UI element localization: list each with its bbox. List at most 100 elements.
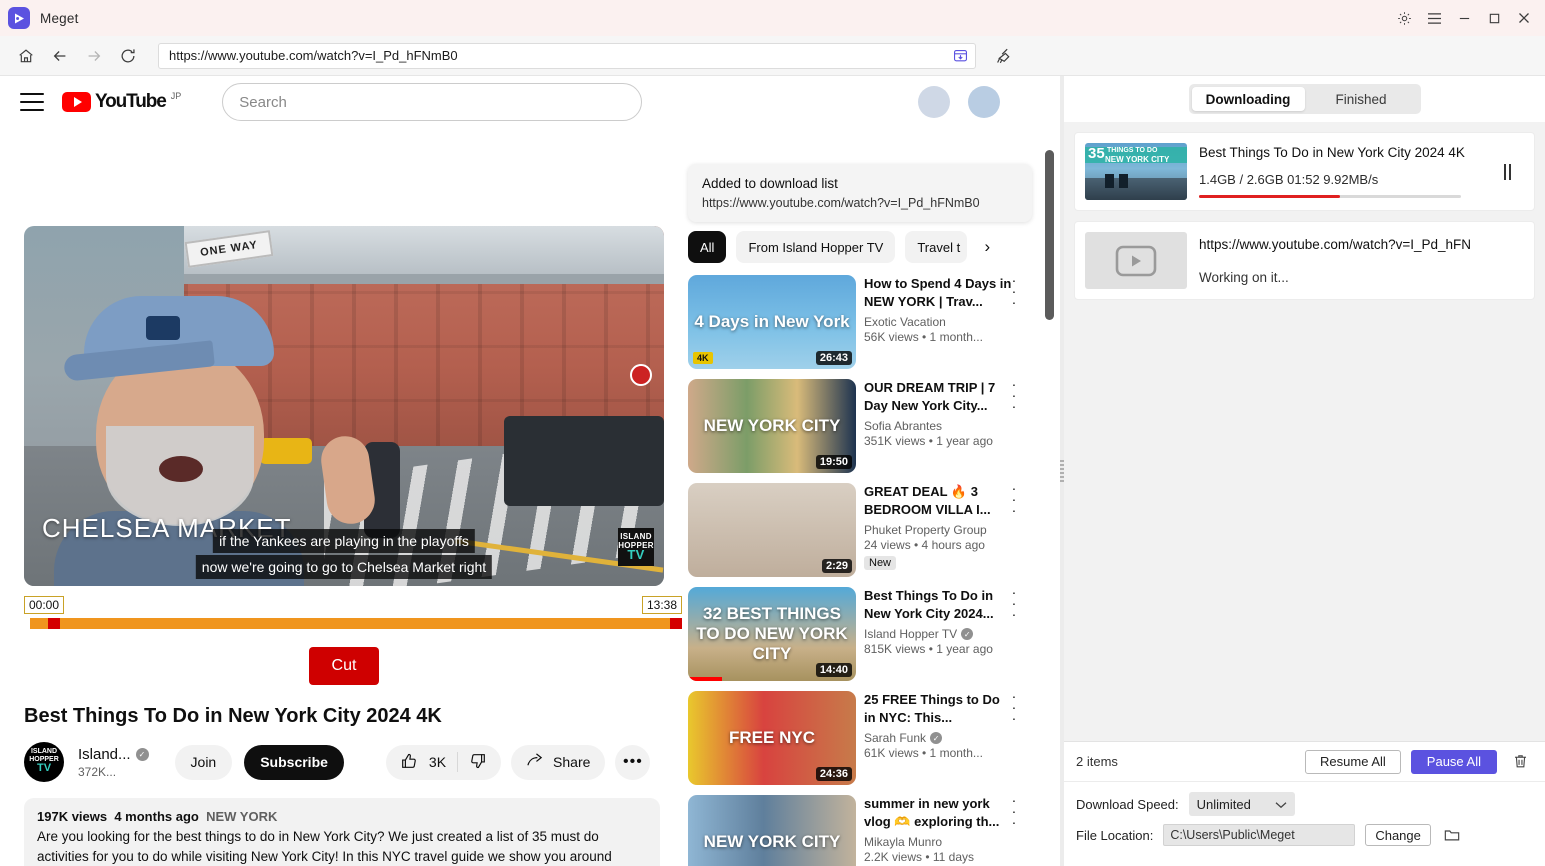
url-input[interactable] bbox=[169, 48, 949, 63]
channel-avatar[interactable]: ISLAND HOPPER TV bbox=[24, 742, 64, 782]
recommended-video-channel[interactable]: Phuket Property Group bbox=[864, 523, 1012, 537]
video-thumbnail[interactable]: NEW YORK CITY10:42 bbox=[688, 795, 856, 866]
more-actions-button[interactable]: ••• bbox=[615, 744, 651, 780]
filter-chip[interactable]: From Island Hopper TV bbox=[736, 231, 896, 263]
recommended-video-stats: 61K views • 1 month... bbox=[864, 746, 983, 760]
youtube-search-input[interactable]: Search bbox=[222, 83, 643, 121]
youtube-header: YouTube JP Search bbox=[0, 76, 1060, 128]
trash-icon[interactable] bbox=[1507, 753, 1533, 770]
reload-icon[interactable] bbox=[112, 41, 144, 71]
filter-chip[interactable]: Travel t bbox=[905, 231, 968, 263]
menu-icon[interactable] bbox=[1419, 4, 1449, 32]
page-scrollbar[interactable] bbox=[1045, 150, 1054, 320]
recommended-video-title: Best Things To Do in New York City 2024.… bbox=[864, 588, 994, 621]
share-button[interactable]: Share bbox=[511, 744, 606, 780]
recommended-video-title: summer in new york vlog 🫶 exploring th..… bbox=[864, 796, 1000, 829]
broom-icon[interactable] bbox=[986, 41, 1022, 71]
trim-control[interactable]: 00:00 13:38 bbox=[24, 595, 682, 633]
file-location-field[interactable]: C:\Users\Public\Meget bbox=[1163, 824, 1356, 846]
thumbnail-overlay-text: NEW YORK CITY bbox=[703, 832, 841, 851]
trim-end-time[interactable]: 13:38 bbox=[641, 595, 682, 614]
video-options-icon[interactable]: · · · bbox=[1004, 585, 1024, 621]
forward-arrow-icon[interactable] bbox=[78, 41, 110, 71]
avatar[interactable] bbox=[918, 86, 950, 118]
resume-all-button[interactable]: Resume All bbox=[1305, 749, 1401, 774]
download-tabs-bar: Downloading Finished bbox=[1064, 76, 1545, 122]
video-options-icon[interactable]: · · · bbox=[1004, 689, 1024, 725]
video-description[interactable]: 197K views 4 months ago NEW YORK Are you… bbox=[24, 798, 660, 866]
trim-handle-left[interactable] bbox=[48, 618, 60, 629]
trim-handle-right[interactable] bbox=[670, 618, 682, 629]
maximize-button[interactable] bbox=[1479, 4, 1509, 32]
trim-start-time[interactable]: 00:00 bbox=[24, 595, 65, 614]
channel-label: Phuket Property Group bbox=[864, 523, 987, 537]
address-bar[interactable] bbox=[158, 42, 976, 69]
recommended-video-channel[interactable]: Exotic Vacation bbox=[864, 315, 1012, 329]
home-icon[interactable] bbox=[10, 41, 42, 71]
pause-icon[interactable] bbox=[1490, 143, 1524, 200]
video-player[interactable]: ONE WAY CHELSEA MARKET if the Yankees ar… bbox=[24, 226, 664, 586]
thumbs-down-icon[interactable] bbox=[469, 752, 487, 773]
download-box-icon[interactable] bbox=[949, 45, 971, 67]
video-thumbnail[interactable]: 4 Days in New York 4K 26:43 bbox=[688, 275, 856, 369]
download-settings: Download Speed: Unlimited File Location:… bbox=[1064, 782, 1545, 866]
download-panel: Downloading Finished 35 THINGS TO DO NEW … bbox=[1064, 76, 1545, 866]
minimize-button[interactable] bbox=[1449, 4, 1479, 32]
recommended-video-stats: 351K views • 1 year ago bbox=[864, 434, 993, 448]
hamburger-menu-icon[interactable] bbox=[20, 93, 44, 111]
chevron-right-icon[interactable]: › bbox=[977, 237, 997, 257]
recommended-video-item[interactable]: NEW YORK CITY10:42summer in new york vlo… bbox=[688, 793, 1018, 866]
download-item[interactable]: 35 THINGS TO DO NEW YORK CITY Best Thing… bbox=[1074, 132, 1535, 211]
download-tab-finished[interactable]: Finished bbox=[1305, 87, 1418, 111]
recommended-video-channel[interactable]: Mikayla Munro bbox=[864, 835, 1012, 849]
download-item[interactable]: https://www.youtube.com/watch?v=I_Pd_hFN… bbox=[1074, 221, 1535, 300]
trim-track[interactable] bbox=[24, 618, 682, 629]
download-progress-bar bbox=[1199, 195, 1461, 198]
verified-badge-icon: ✓ bbox=[135, 747, 149, 761]
cut-button[interactable]: Cut bbox=[309, 647, 379, 685]
recommended-video-info: 25 FREE Things to Do in NYC: This... Sara… bbox=[864, 689, 1018, 785]
avatar[interactable] bbox=[968, 86, 1000, 118]
folder-icon[interactable] bbox=[1441, 827, 1463, 843]
recommended-video-channel[interactable]: Island Hopper TV ✓ bbox=[864, 627, 1012, 641]
subscribe-button[interactable]: Subscribe bbox=[244, 744, 344, 780]
video-options-icon[interactable]: · · · bbox=[1004, 481, 1024, 517]
splitter-grip[interactable] bbox=[1060, 460, 1064, 482]
like-dislike-group[interactable]: 3K bbox=[385, 744, 502, 780]
thumb-line-2: NEW YORK CITY bbox=[1105, 155, 1170, 164]
close-button[interactable] bbox=[1509, 4, 1539, 32]
change-location-button[interactable]: Change bbox=[1365, 824, 1431, 846]
gear-icon[interactable] bbox=[1389, 4, 1419, 32]
video-thumbnail[interactable]: NEW YORK CITY 19:50 bbox=[688, 379, 856, 473]
recommended-video-item[interactable]: 32 BEST THINGS TO DO NEW YORK CITY 14:40 B… bbox=[688, 585, 1018, 681]
recommended-video-item[interactable]: 2:29 GREAT DEAL 🔥 3 BEDROOM VILLA I... Phu… bbox=[688, 481, 1018, 577]
thumbs-up-icon[interactable] bbox=[400, 752, 418, 773]
video-options-icon[interactable]: · · · bbox=[1004, 273, 1024, 309]
channel-label: Sofia Abrantes bbox=[864, 419, 943, 433]
scene-no-entry-sign bbox=[630, 364, 652, 386]
channel-label: Sarah Funk bbox=[864, 731, 927, 745]
download-speed-select[interactable]: Unlimited bbox=[1188, 792, 1295, 816]
recommended-video-channel[interactable]: Sofia Abrantes bbox=[864, 419, 1012, 433]
browser-toolbar bbox=[0, 36, 1545, 76]
recommended-video-stats: 815K views • 1 year ago bbox=[864, 642, 993, 656]
recommended-video-item[interactable]: FREE NYC 24:36 25 FREE Things to Do in NYC… bbox=[688, 689, 1018, 785]
pause-all-button[interactable]: Pause All bbox=[1410, 749, 1497, 774]
youtube-logo[interactable]: YouTube JP bbox=[62, 92, 181, 112]
back-arrow-icon[interactable] bbox=[44, 41, 76, 71]
recommended-video-item[interactable]: 4 Days in New York 4K 26:43 How to Spend 4 … bbox=[688, 273, 1018, 369]
video-thumbnail[interactable]: 32 BEST THINGS TO DO NEW YORK CITY 14:40 bbox=[688, 587, 856, 681]
video-options-icon[interactable]: · · · bbox=[1004, 377, 1024, 413]
panel-splitter[interactable] bbox=[1060, 76, 1064, 866]
video-thumbnail[interactable]: 2:29 bbox=[688, 483, 856, 577]
channel-name-row[interactable]: Island... ✓ bbox=[78, 746, 149, 763]
divider bbox=[457, 752, 459, 772]
download-tab-downloading[interactable]: Downloading bbox=[1191, 87, 1305, 111]
recommended-video-channel[interactable]: Sarah Funk ✓ bbox=[864, 731, 1012, 745]
recommended-video-item[interactable]: NEW YORK CITY 19:50 OUR DREAM TRIP | 7 Day… bbox=[688, 377, 1018, 473]
publish-date: 4 months ago bbox=[114, 809, 199, 824]
video-thumbnail[interactable]: FREE NYC 24:36 bbox=[688, 691, 856, 785]
video-options-icon[interactable]: · · · bbox=[1004, 793, 1024, 829]
join-button[interactable]: Join bbox=[174, 744, 233, 780]
filter-chip[interactable]: All bbox=[688, 231, 727, 263]
